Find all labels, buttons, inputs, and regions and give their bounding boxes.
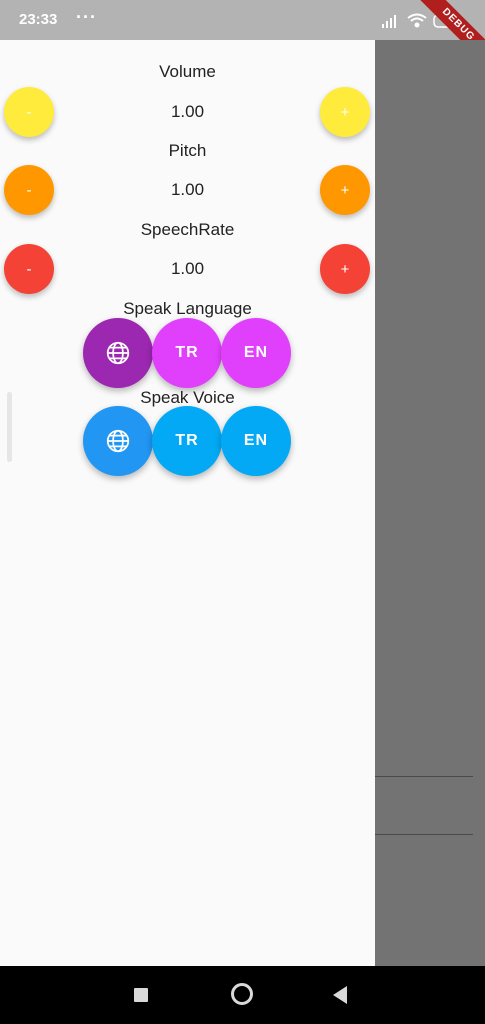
navigation-bar [0, 966, 485, 1024]
divider [375, 834, 473, 835]
pitch-label: Pitch [168, 141, 207, 160]
volume-increase-button[interactable]: + [320, 87, 370, 137]
speech-rate-label: SpeechRate [140, 220, 235, 239]
language-globe-button[interactable] [83, 318, 153, 388]
notification-dots: ··· [76, 7, 97, 27]
home-icon[interactable] [231, 983, 253, 1005]
volume-label: Volume [159, 62, 216, 81]
back-icon[interactable] [333, 986, 347, 1004]
divider [375, 776, 473, 777]
pitch-increase-button[interactable]: + [320, 165, 370, 215]
signal-icon [382, 15, 396, 28]
globe-icon [106, 429, 130, 453]
status-bar: 23:33 ··· DEBUG [0, 0, 485, 71]
speech-rate-value: 1.00 [170, 259, 205, 278]
status-time: 23:33 [19, 11, 58, 28]
speech-rate-increase-button[interactable]: + [320, 244, 370, 294]
volume-value: 1.00 [170, 102, 205, 121]
voice-globe-button[interactable] [83, 406, 153, 476]
voice-tr-button[interactable]: TR [152, 406, 222, 476]
speak-voice-label: Speak Voice [140, 388, 235, 407]
settings-drawer: Volume - 1.00 + Pitch - 1.00 + SpeechRat… [0, 40, 375, 966]
globe-icon [106, 341, 130, 365]
wifi-icon [407, 13, 427, 28]
speak-language-label: Speak Language [123, 299, 252, 318]
voice-en-button[interactable]: EN [221, 406, 291, 476]
recents-icon[interactable] [134, 988, 148, 1002]
drawer-scrim[interactable] [375, 40, 485, 966]
language-en-button[interactable]: EN [221, 318, 291, 388]
pitch-value: 1.00 [170, 180, 205, 199]
language-tr-button[interactable]: TR [152, 318, 222, 388]
